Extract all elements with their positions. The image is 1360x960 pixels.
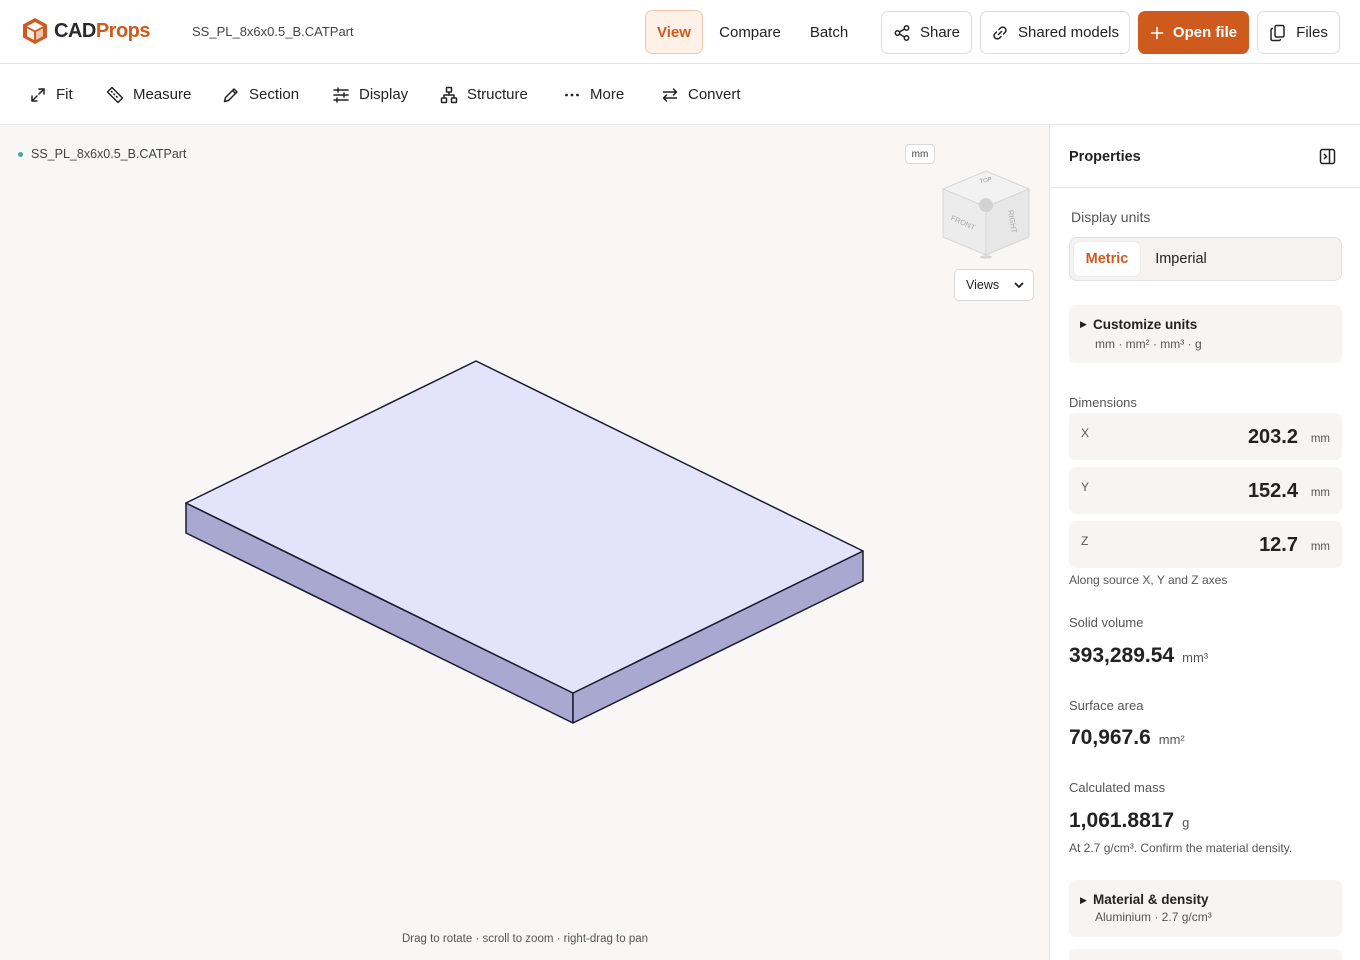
model-render[interactable] — [0, 125, 1050, 960]
collapse-panel-icon[interactable] — [1319, 148, 1336, 165]
area-value: 70,967.6 — [1069, 726, 1151, 749]
disclosure-triangle-icon: ▶ — [1080, 319, 1087, 329]
panel-title: Properties — [1069, 149, 1141, 165]
volume-label: Solid volume — [1069, 615, 1144, 630]
material-density-summary: Aluminium · 2.7 g/cm³ — [1095, 910, 1212, 924]
measure-tool[interactable]: Measure — [106, 64, 191, 125]
dimension-axis: X — [1081, 426, 1090, 440]
viewport-hint: Drag to rotate · scroll to zoom · right-… — [401, 933, 649, 945]
section-tool[interactable]: Section — [222, 64, 299, 125]
dimension-axis: Y — [1081, 480, 1090, 494]
display-tool[interactable]: Display — [332, 64, 408, 125]
dimension-row-z: Z 12.7 mm — [1069, 521, 1342, 568]
fit-tool[interactable]: Fit — [29, 64, 73, 125]
convert-label: Convert — [688, 86, 741, 103]
files-button[interactable]: Files — [1257, 11, 1340, 54]
share-icon — [894, 24, 910, 41]
logo-cube-icon — [23, 18, 47, 44]
panel-header: Properties — [1051, 125, 1360, 188]
dimensions-note: Along source X, Y and Z axes — [1069, 573, 1228, 587]
logo-text-props: Props — [95, 19, 151, 42]
hierarchy-icon — [440, 86, 458, 103]
swap-arrows-icon — [662, 87, 678, 102]
more-dots-icon — [565, 93, 579, 96]
dimension-value: 203.2 — [1247, 426, 1298, 448]
pen-icon — [223, 87, 238, 102]
dimension-row-y: Y 152.4 mm — [1069, 467, 1342, 514]
structure-label: Structure — [467, 86, 528, 103]
units-metric-option[interactable]: Metric — [1074, 242, 1140, 276]
shared-models-label: Shared models — [1018, 24, 1119, 41]
viewer-toolbar: Fit Measure Section Display Structure Mo… — [0, 64, 1360, 125]
convert-tool[interactable]: Convert — [661, 64, 741, 125]
units-toggle: Metric Imperial — [1069, 237, 1342, 281]
open-file-button[interactable]: Open file — [1138, 11, 1249, 54]
volume-readout: 393,289.54 mm³ — [1069, 644, 1208, 668]
share-button[interactable]: Share — [881, 11, 972, 54]
fit-label: Fit — [56, 86, 73, 103]
link-icon — [993, 25, 1007, 40]
nav-batch[interactable]: Batch — [800, 10, 858, 54]
dimension-unit: mm — [1310, 433, 1330, 445]
app-logo[interactable]: CADProps — [22, 17, 151, 45]
mass-note: At 2.7 g/cm³. Confirm the material densi… — [1069, 841, 1293, 855]
header-filename: SS_PL_8x6x0.5_B.CATPart — [192, 24, 354, 39]
nav-compare[interactable]: Compare — [712, 10, 788, 54]
dimension-unit: mm — [1310, 541, 1330, 553]
more-tool[interactable]: More — [563, 64, 624, 125]
dimension-unit: mm — [1310, 487, 1330, 499]
sliders-icon — [333, 86, 349, 103]
files-label: Files — [1296, 24, 1328, 41]
next-section-card[interactable] — [1069, 949, 1342, 960]
nav-view[interactable]: View — [645, 10, 703, 54]
area-unit: mm² — [1158, 732, 1185, 747]
measure-label: Measure — [133, 86, 192, 103]
logo-text-cad: CAD — [54, 19, 96, 42]
open-file-label: Open file — [1172, 24, 1238, 41]
volume-unit: mm³ — [1182, 650, 1209, 665]
material-density-disclosure[interactable]: ▶ Material & density Aluminium · 2.7 g/c… — [1069, 880, 1342, 937]
dimension-axis: Z — [1081, 534, 1089, 548]
disclosure-triangle-icon: ▶ — [1080, 895, 1087, 905]
structure-tool[interactable]: Structure — [440, 64, 528, 125]
mass-value: 1,061.8817 — [1069, 809, 1175, 832]
3d-viewport[interactable]: SS_PL_8x6x0.5_B.CATPart mm TOP FRONT RIG… — [0, 125, 1050, 960]
plate-top-face — [185, 360, 864, 694]
area-label: Surface area — [1069, 698, 1144, 713]
shared-models-button[interactable]: Shared models — [980, 11, 1130, 54]
dimensions-label: Dimensions — [1069, 395, 1137, 410]
customize-units-summary: mm · mm² · mm³ · g — [1095, 337, 1202, 351]
units-imperial-option[interactable]: Imperial — [1144, 242, 1218, 276]
expand-icon — [31, 87, 45, 102]
customize-units-title: Customize units — [1093, 317, 1198, 332]
files-icon — [1270, 24, 1285, 41]
app-header: CADProps SS_PL_8x6x0.5_B.CATPart View Co… — [0, 0, 1360, 64]
more-label: More — [590, 86, 625, 103]
logo-text: CADProps — [54, 19, 151, 43]
properties-panel: Properties Display units Metric Imperial… — [1051, 125, 1360, 960]
share-label: Share — [919, 24, 961, 41]
dimension-value: 152.4 — [1247, 480, 1298, 502]
volume-value: 393,289.54 — [1069, 644, 1175, 667]
display-label: Display — [359, 86, 409, 103]
display-units-label: Display units — [1071, 209, 1151, 225]
plus-icon — [1150, 26, 1164, 39]
mass-unit: g — [1182, 815, 1190, 830]
mass-label: Calculated mass — [1069, 780, 1166, 795]
dimension-row-x: X 203.2 mm — [1069, 413, 1342, 460]
section-label: Section — [249, 86, 300, 103]
area-readout: 70,967.6 mm² — [1069, 726, 1185, 750]
customize-units-disclosure[interactable]: ▶ Customize units mm · mm² · mm³ · g — [1069, 305, 1342, 363]
dimension-value: 12.7 — [1259, 534, 1298, 556]
ruler-icon — [106, 86, 124, 103]
material-density-title: Material & density — [1093, 892, 1209, 907]
mass-readout: 1,061.8817 g — [1069, 809, 1189, 833]
